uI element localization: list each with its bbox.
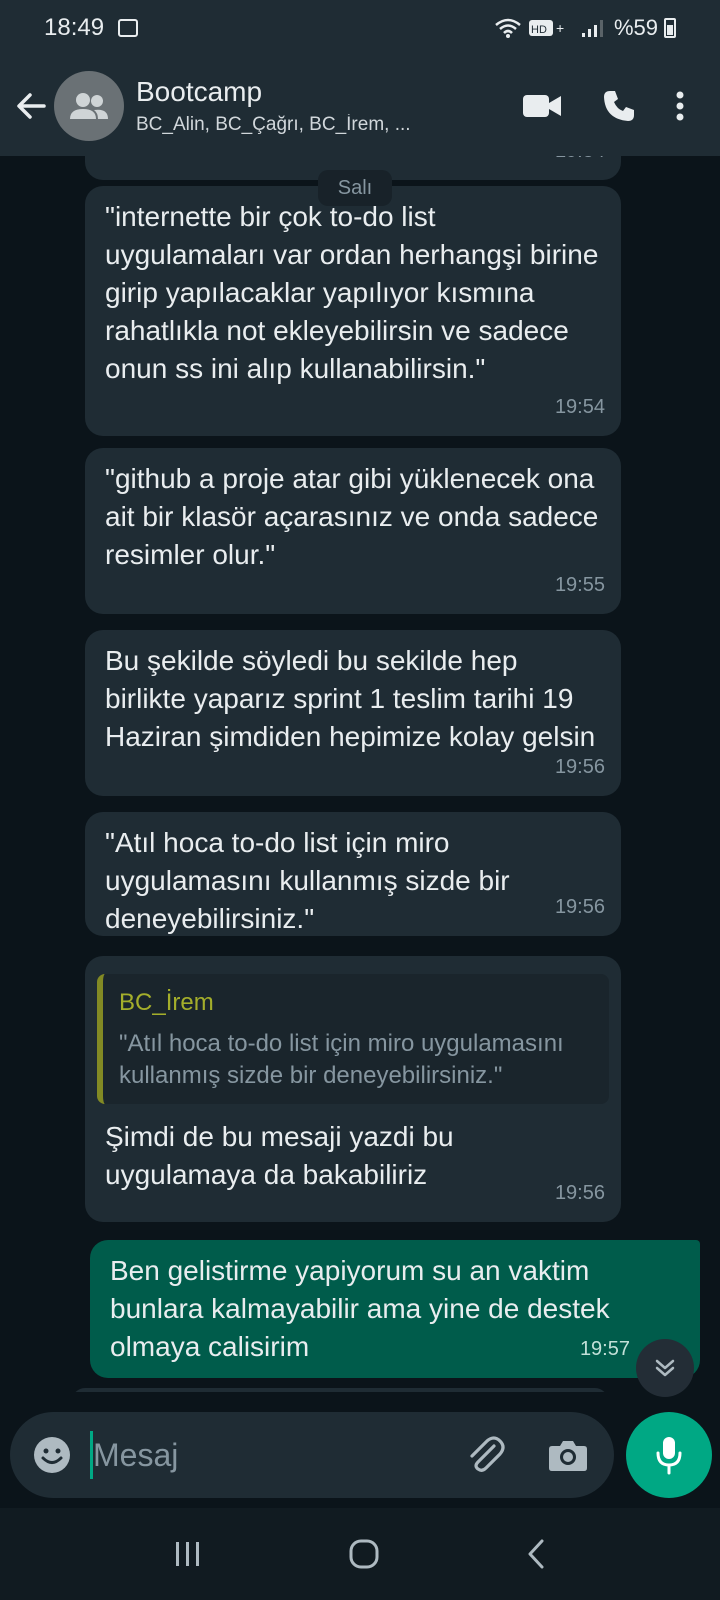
message-time: 19:54 [555, 156, 605, 170]
battery-percent: %59 [613, 15, 658, 40]
message-time: 19:56 [554, 896, 605, 918]
status-bar: 18:49 HD + %59 [0, 0, 720, 56]
hd-volte-icon: HD + [528, 20, 564, 36]
outgoing-message-bubble[interactable]: Ben gelistirme yapiyorum su an vaktim bu… [90, 1240, 700, 1378]
voice-call-icon[interactable] [602, 89, 636, 123]
system-navigation-bar [0, 1508, 720, 1600]
quoted-text: "Atıl hoca to-do list için miro uygulama… [119, 1030, 564, 1089]
chat-participants: BC_Alin, BC_Çağrı, BC_İrem, ... [136, 114, 411, 135]
video-call-icon[interactable] [522, 93, 562, 119]
message-text: Şimdi de bu mesaji yazdi bu uygulamaya d… [105, 1121, 454, 1190]
header-actions [522, 89, 720, 123]
emoji-icon[interactable] [32, 1435, 72, 1475]
gallery-notification-icon [118, 19, 139, 37]
chat-title: Bootcamp [136, 76, 263, 107]
recent-apps-icon[interactable] [172, 1540, 204, 1568]
camera-icon[interactable] [548, 1438, 588, 1472]
status-time: 18:49 [44, 14, 105, 41]
message-text: "github a proje atar gibi yüklenecek ona… [105, 463, 599, 570]
back-arrow-icon[interactable] [14, 89, 48, 123]
svg-text:HD: HD [531, 24, 547, 36]
quoted-author: BC_İrem [119, 989, 214, 1016]
message-time: 19:55 [554, 574, 605, 596]
attach-icon[interactable] [464, 1434, 506, 1476]
message-time: 19:57 [579, 1338, 630, 1360]
wifi-icon [495, 18, 521, 38]
quoted-message[interactable]: BC_İrem "Atıl hoca to-do list için miro … [97, 974, 609, 1104]
reply-message-bubble[interactable]: BC_İrem "Atıl hoca to-do list için miro … [85, 956, 621, 1222]
message-bubble[interactable]: Bu şekilde söyledi bu sekilde hep birlik… [85, 630, 621, 796]
double-chevron-down-icon [655, 1359, 675, 1377]
message-bubble-partial[interactable] [72, 1388, 608, 1392]
chat-title-block[interactable]: Bootcamp BC_Alin, BC_Çağrı, BC_İrem, ... [136, 76, 466, 136]
group-icon [70, 93, 108, 119]
voice-message-button[interactable] [626, 1412, 712, 1498]
back-nav-icon[interactable] [524, 1538, 548, 1570]
svg-text:+: + [556, 20, 564, 36]
home-icon[interactable] [348, 1538, 380, 1570]
message-bubble[interactable]: "internette bir çok to-do list uygulamal… [85, 186, 621, 436]
message-composer [10, 1412, 614, 1498]
message-time: 19:56 [554, 756, 605, 778]
scroll-to-bottom-button[interactable] [636, 1339, 694, 1397]
message-text: "Atıl hoca to-do list için miro uygulama… [105, 827, 510, 934]
message-text: "internette bir çok to-do list uygulamal… [105, 201, 599, 384]
chat-messages[interactable]: 19:54 "internette bir çok to-do list uyg… [0, 156, 720, 1392]
message-time: 19:54 [554, 396, 605, 418]
battery-icon [664, 18, 676, 38]
message-text: Bu şekilde söyledi bu sekilde hep birlik… [105, 645, 596, 752]
status-icons: HD + %59 [494, 15, 676, 41]
message-input[interactable] [93, 1436, 423, 1474]
more-options-icon[interactable] [676, 91, 684, 121]
chat-header: Bootcamp BC_Alin, BC_Çağrı, BC_İrem, ... [0, 56, 720, 156]
message-bubble[interactable]: "Atıl hoca to-do list için miro uygulama… [85, 812, 621, 936]
signal-icon [581, 20, 603, 37]
group-avatar[interactable] [54, 71, 124, 141]
microphone-icon [656, 1437, 682, 1475]
message-time: 19:56 [554, 1182, 605, 1204]
message-bubble[interactable]: "github a proje atar gibi yüklenecek ona… [85, 448, 621, 614]
date-chip: Salı [318, 170, 392, 206]
